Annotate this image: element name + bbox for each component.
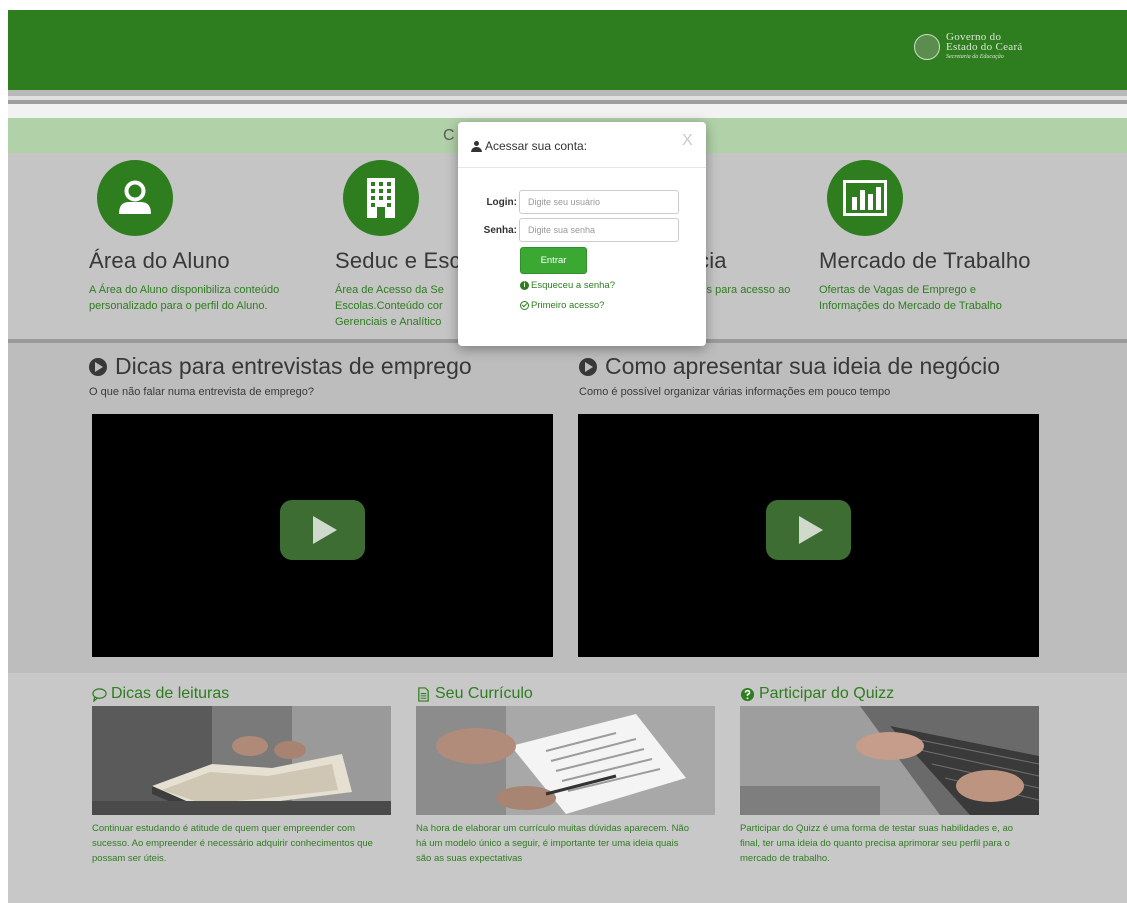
feature-desc-line: Gerenciais e Analítico xyxy=(335,316,442,328)
banner-text: C xyxy=(443,127,455,144)
feature-title: Mercado de Trabalho xyxy=(819,248,1031,273)
modal-header: Acessar sua conta: X xyxy=(458,122,706,168)
header-divider xyxy=(8,100,1127,104)
user-icon xyxy=(97,160,173,236)
check-circle-icon xyxy=(520,301,529,310)
feature-desc-line: Área de Acesso da Se xyxy=(335,284,444,296)
resource-desc-line: final, ter uma ideia do quanto precisa a… xyxy=(740,838,1010,849)
video-title: Como apresentar sua ideia de negócio xyxy=(605,353,1001,379)
laptop-typing-image[interactable] xyxy=(740,706,1039,815)
resource-title[interactable]: Participar do Quizz xyxy=(759,685,894,703)
close-button[interactable]: X xyxy=(682,132,693,150)
play-circle-icon xyxy=(89,357,107,376)
resource-dicas-de-leituras[interactable]: Dicas de leituras Continuar estudando é … xyxy=(92,685,402,866)
login-label: Login: xyxy=(486,196,517,208)
video-title: Dicas para entrevistas de emprego xyxy=(115,353,472,379)
state-seal-icon xyxy=(914,34,940,60)
feature-mercado-de-trabalho[interactable]: Mercado de Trabalho Ofertas de Vagas de … xyxy=(819,160,1031,314)
info-circle-icon: i xyxy=(520,281,529,290)
password-input[interactable] xyxy=(519,218,679,242)
resources-section: Dicas de leituras Continuar estudando é … xyxy=(8,673,1127,903)
forgot-password-label[interactable]: Esqueceu a senha? xyxy=(531,280,615,291)
video-heading-interviews: Dicas para entrevistas de emprego O que … xyxy=(89,353,472,398)
feature-partially-hidden[interactable]: cia eis para acesso ao xyxy=(698,248,790,298)
gov-logo-line3: Secretaria da Educação xyxy=(946,54,1004,60)
resource-desc-line: possam ser úteis. xyxy=(92,853,167,864)
play-circle-icon xyxy=(579,357,597,376)
video-subtitle: O que não falar numa entrevista de empre… xyxy=(89,386,315,398)
forgot-password-link[interactable]: i Esqueceu a senha? xyxy=(520,280,615,291)
feature-seduc-escolas[interactable]: Seduc e Esc Área de Acesso da Se Escolas… xyxy=(335,160,461,330)
building-icon xyxy=(343,160,419,236)
document-icon xyxy=(418,686,429,702)
resource-desc-line: há um modelo único a seguir, é important… xyxy=(416,838,679,849)
speech-bubble-icon xyxy=(92,687,107,702)
resource-title[interactable]: Dicas de leituras xyxy=(111,685,229,703)
resource-desc-line: Continuar estudando é atitude de quem qu… xyxy=(92,823,356,834)
feature-title: Seduc e Esc xyxy=(335,248,461,273)
youtube-play-button-icon[interactable] xyxy=(766,500,851,560)
question-circle-icon xyxy=(740,687,755,701)
youtube-play-button-icon[interactable] xyxy=(280,500,365,560)
feature-desc-line: Ofertas de Vagas de Emprego e xyxy=(819,284,976,296)
feature-area-do-aluno[interactable]: Área do Aluno A Área do Aluno disponibil… xyxy=(89,160,279,314)
feature-desc-line: personalizado para o perfil do Aluno. xyxy=(89,300,268,312)
login-input[interactable] xyxy=(519,190,679,214)
login-modal: Acessar sua conta: X Login: Senha: Entra… xyxy=(458,122,706,346)
resource-desc-line: Participar do Quizz é uma forma de testa… xyxy=(740,823,1014,834)
resource-desc-line: Na hora de elaborar um currículo muitas … xyxy=(416,823,689,834)
resource-desc-line: sucesso. Ao empreender é necessário adqu… xyxy=(92,838,373,849)
modal-title: Acessar sua conta: xyxy=(485,139,588,153)
bar-chart-icon xyxy=(827,160,903,236)
reading-book-image[interactable] xyxy=(92,706,391,815)
enter-button[interactable]: Entrar xyxy=(520,247,587,274)
video-section: Dicas para entrevistas de emprego O que … xyxy=(8,343,1127,673)
resource-desc-line: são as suas expectativas xyxy=(416,853,523,864)
video-player-interviews[interactable] xyxy=(92,414,553,657)
resource-desc-line: mercado de trabalho. xyxy=(740,853,830,864)
video-subtitle: Como é possível organizar várias informa… xyxy=(579,386,891,398)
feature-title: cia xyxy=(698,248,727,273)
feature-desc-line: eis para acesso ao xyxy=(698,284,791,296)
resource-title[interactable]: Seu Currículo xyxy=(435,685,533,703)
feature-desc-line: Informações do Mercado de Trabalho xyxy=(819,300,1002,312)
resource-seu-curriculo[interactable]: Seu Currículo Na hora de elaborar um cur… xyxy=(416,685,726,866)
login-row: Login: xyxy=(458,190,679,214)
resource-participar-do-quizz[interactable]: Participar do Quizz Participar do Quizz … xyxy=(740,685,1050,866)
password-label: Senha: xyxy=(483,224,517,236)
page: Governo do Estado do Ceará Secretaria da… xyxy=(8,10,1127,903)
first-access-link[interactable]: Primeiro acesso? xyxy=(520,300,604,311)
video-heading-business-idea: Como apresentar sua ideia de negócio Com… xyxy=(579,353,1000,398)
resume-document-image[interactable] xyxy=(416,706,715,815)
user-icon xyxy=(471,140,482,152)
gov-logo-line2: Estado do Ceará xyxy=(946,41,1023,53)
password-row: Senha: xyxy=(458,218,679,242)
site-header: Governo do Estado do Ceará Secretaria da… xyxy=(8,10,1127,90)
first-access-label[interactable]: Primeiro acesso? xyxy=(531,300,604,311)
feature-title: Área do Aluno xyxy=(89,248,230,273)
feature-desc-line: Escolas.Conteúdo cor xyxy=(335,300,443,312)
government-logo[interactable]: Governo do Estado do Ceará Secretaria da… xyxy=(914,32,1023,62)
video-player-business-idea[interactable] xyxy=(578,414,1039,657)
feature-desc-line: A Área do Aluno disponibiliza conteúdo xyxy=(89,284,280,296)
